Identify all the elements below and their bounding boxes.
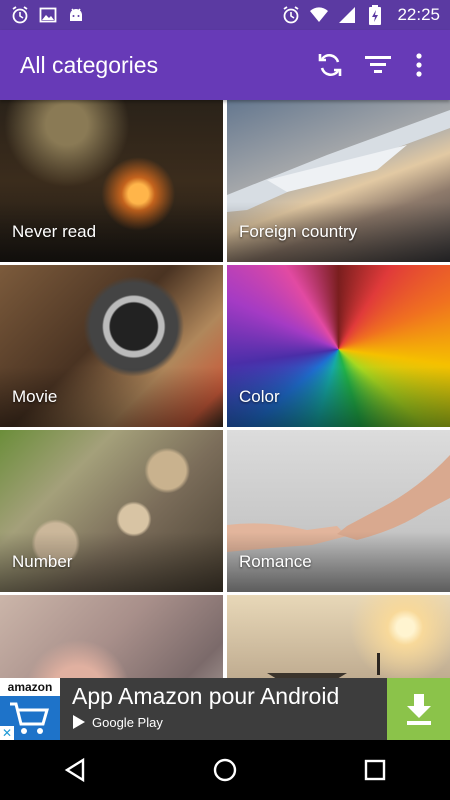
ad-banner[interactable]: amazon ✕ App Amazon pour Android Google …	[0, 678, 450, 740]
back-icon	[64, 757, 85, 783]
recents-icon	[364, 759, 386, 781]
nav-bar	[0, 740, 450, 800]
category-label: Foreign country	[239, 222, 358, 241]
ad-title: App Amazon pour Android	[72, 683, 340, 709]
play-store-icon	[73, 715, 85, 729]
app-bar: All categories	[0, 30, 450, 100]
category-tile-lake[interactable]	[227, 595, 450, 678]
category-tile-romance[interactable]: Romance	[227, 430, 450, 592]
android-icon	[66, 5, 86, 25]
download-icon	[406, 694, 431, 725]
close-icon[interactable]: ✕	[0, 726, 14, 740]
category-tile-movie[interactable]: Movie	[0, 265, 223, 427]
status-bar-system: 22:25	[281, 5, 440, 25]
category-image	[0, 595, 223, 678]
refresh-button[interactable]	[306, 41, 354, 89]
wifi-icon	[309, 5, 329, 25]
home-icon	[213, 758, 237, 782]
home-button[interactable]	[195, 745, 255, 795]
google-play-badge: Google Play	[72, 714, 377, 730]
ad-content: App Amazon pour Android Google Play	[60, 678, 387, 740]
category-label: Color	[239, 387, 280, 406]
status-bar: 22:25	[0, 0, 450, 30]
category-label: Movie	[12, 387, 58, 406]
status-bar-notifications	[10, 5, 86, 25]
back-button[interactable]	[45, 745, 105, 795]
status-time: 22:25	[397, 5, 440, 24]
category-tile-flowers[interactable]	[0, 595, 223, 678]
battery-icon	[365, 5, 385, 25]
filter-button[interactable]	[354, 41, 402, 89]
signal-icon	[337, 5, 357, 25]
category-tile-never-read[interactable]: Never read	[0, 100, 223, 262]
alarm-icon	[281, 5, 301, 25]
category-image	[227, 595, 450, 678]
ad-download-button[interactable]	[387, 678, 450, 740]
recents-button[interactable]	[345, 745, 405, 795]
more-options-button[interactable]	[402, 41, 436, 89]
page-title: All categories	[20, 51, 159, 78]
more-vert-icon	[416, 53, 422, 77]
alarm-icon	[10, 5, 30, 25]
category-label: Number	[12, 552, 73, 571]
filter-icon	[365, 56, 391, 73]
category-label: Never read	[12, 222, 97, 241]
category-tile-color[interactable]: Color	[227, 265, 450, 427]
amazon-logo: amazon ✕	[0, 678, 60, 740]
category-tile-foreign-country[interactable]: Foreign country	[227, 100, 450, 262]
category-label: Romance	[239, 552, 312, 571]
refresh-icon	[318, 53, 342, 77]
category-grid: Never read Foreign country Movie Color N…	[0, 100, 450, 678]
image-icon	[38, 5, 58, 25]
category-tile-number[interactable]: Number	[0, 430, 223, 592]
